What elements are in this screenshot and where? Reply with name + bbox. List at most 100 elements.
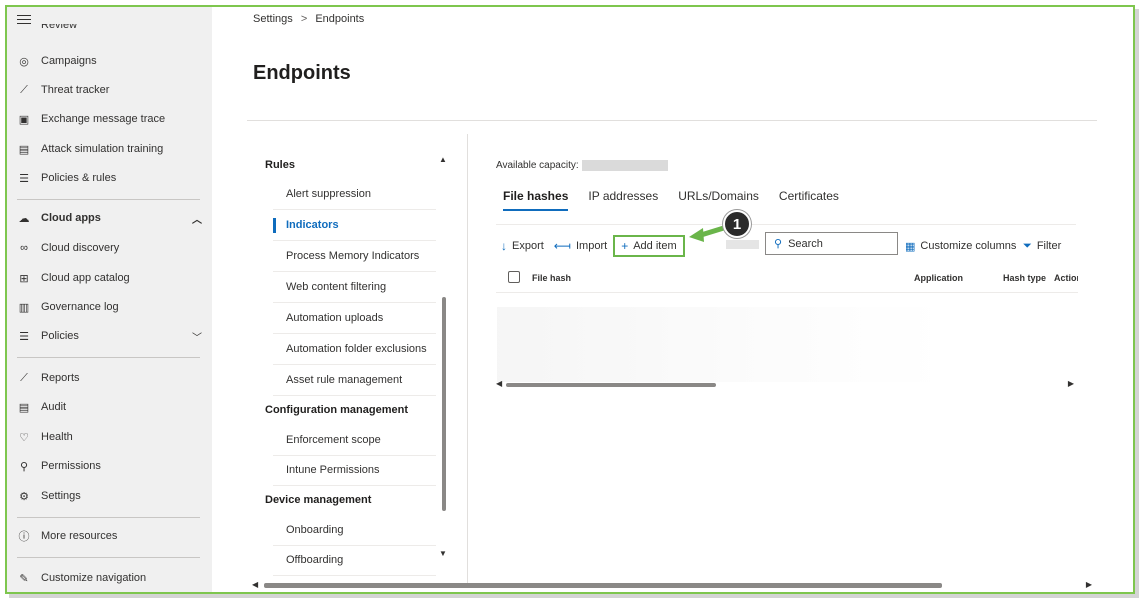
- settings-item-asset-rule-management[interactable]: Asset rule management: [273, 365, 436, 396]
- settings-item-onboarding[interactable]: Onboarding: [273, 515, 436, 546]
- sidebar-divider: [17, 517, 200, 518]
- key-icon: ⚲: [19, 460, 29, 473]
- sidebar-item-label: More resources: [41, 530, 118, 542]
- chevron-up-icon[interactable]: ︿: [192, 211, 202, 226]
- select-all-checkbox[interactable]: [508, 271, 520, 283]
- filter-button[interactable]: ⏷ Filter: [1023, 235, 1061, 257]
- hamburger-menu-icon[interactable]: [17, 15, 31, 25]
- target-icon: ◎: [19, 55, 29, 68]
- available-capacity: Available capacity:: [496, 160, 668, 171]
- chevron-down-icon[interactable]: ﹀: [192, 329, 202, 344]
- sidebar-item-threat-tracker[interactable]: ⟋ Threat tracker: [17, 79, 202, 101]
- column-header-file-hash[interactable]: File hash: [532, 273, 571, 283]
- sidebar-item-health[interactable]: ♡ Health: [17, 426, 202, 448]
- heart-icon: ♡: [19, 431, 29, 444]
- scroll-up-arrow-icon[interactable]: ▲: [439, 155, 447, 164]
- sidebar-item-label: Cloud app catalog: [41, 272, 130, 284]
- column-header-hash-type[interactable]: Hash type: [1003, 273, 1046, 283]
- sliders-icon: ☰: [19, 172, 29, 185]
- header-divider: [247, 120, 1097, 121]
- group-configuration-management: Configuration management: [265, 404, 409, 416]
- settings-item-intune-permissions[interactable]: Intune Permissions: [273, 455, 436, 486]
- sidebar-item-label: Audit: [41, 401, 67, 413]
- settings-item-automation-uploads[interactable]: Automation uploads: [273, 303, 436, 334]
- sidebar-item-cut[interactable]: Review: [41, 24, 81, 30]
- export-button[interactable]: ↓ Export: [501, 235, 544, 257]
- sidebar-item-audit[interactable]: ▤ Audit: [17, 396, 202, 418]
- sidebar-item-attack-simulation-training[interactable]: ▤ Attack simulation training: [17, 138, 202, 160]
- tab-ip-addresses[interactable]: IP addresses: [588, 189, 658, 211]
- scrollbar-thumb[interactable]: [264, 583, 942, 588]
- column-header-application[interactable]: Application: [914, 273, 963, 283]
- breadcrumb-root[interactable]: Settings: [253, 13, 293, 25]
- sidebar-item-reports[interactable]: ⟋ Reports: [17, 367, 202, 389]
- settings-item-alert-suppression[interactable]: Alert suppression: [273, 179, 436, 210]
- filter-label: Filter: [1036, 240, 1062, 252]
- settings-item-process-memory-indicators[interactable]: Process Memory Indicators: [273, 241, 436, 272]
- gear-icon: ⚙: [19, 490, 29, 503]
- scroll-down-arrow-icon[interactable]: ▼: [439, 549, 447, 558]
- sidebar-item-exchange-message-trace[interactable]: ▣ Exchange message trace: [17, 108, 202, 130]
- tab-urls-domains[interactable]: URLs/Domains: [678, 189, 759, 211]
- sidebar-item-label: Attack simulation training: [41, 143, 164, 155]
- sidebar-item-label: Health: [41, 431, 73, 443]
- tab-certificates[interactable]: Certificates: [779, 189, 839, 211]
- exchange-icon: ▣: [18, 113, 30, 126]
- scroll-left-arrow-icon[interactable]: ◀: [496, 379, 502, 388]
- sidebar-item-policies[interactable]: ☰ Policies ﹀: [17, 325, 202, 347]
- download-icon: ↓: [501, 239, 507, 253]
- sidebar-item-cloud-app-catalog[interactable]: ⊞ Cloud app catalog: [17, 267, 202, 289]
- settings-item-indicators[interactable]: Indicators: [273, 210, 436, 241]
- page-horizontal-scrollbar[interactable]: ◀ ▶: [252, 580, 1092, 589]
- sidebar-item-permissions[interactable]: ⚲ Permissions: [17, 455, 202, 477]
- capacity-label: Available capacity:: [496, 160, 579, 171]
- sidebar-item-policies-rules[interactable]: ☰ Policies & rules: [17, 167, 202, 189]
- sidebar-item-label: Permissions: [41, 460, 101, 472]
- sidebar-item-campaigns[interactable]: ◎ Campaigns: [17, 50, 202, 72]
- sidebar-item-customize-navigation[interactable]: ✎ Customize navigation: [17, 567, 202, 589]
- info-icon: ⓘ: [18, 531, 30, 543]
- search-placeholder: Search: [788, 237, 823, 250]
- pencil-icon: ✎: [19, 572, 29, 585]
- sidebar-item-cloud-discovery[interactable]: ∞ Cloud discovery: [17, 237, 202, 259]
- step-callout-badge: 1: [723, 210, 751, 238]
- search-input[interactable]: ⚲ Search: [765, 232, 898, 255]
- settings-item-web-content-filtering[interactable]: Web content filtering: [273, 272, 436, 303]
- sidebar-item-more-resources[interactable]: ⓘ More resources: [17, 525, 202, 547]
- scroll-right-arrow-icon[interactable]: ▶: [1086, 580, 1092, 589]
- settings-item-enforcement-scope[interactable]: Enforcement scope: [273, 425, 436, 456]
- import-button[interactable]: ⟻ Import: [554, 235, 607, 257]
- sidebar-item-label: Campaigns: [41, 55, 97, 67]
- tab-file-hashes[interactable]: File hashes: [503, 189, 569, 211]
- training-icon: ▤: [18, 143, 30, 156]
- sidebar-item-governance-log[interactable]: ▥ Governance log: [17, 296, 202, 318]
- customize-columns-label: Customize columns: [920, 240, 1017, 252]
- scrollbar-thumb[interactable]: [506, 383, 716, 387]
- redacted-table-rows: [497, 307, 947, 382]
- scroll-left-arrow-icon[interactable]: ◀: [252, 580, 258, 589]
- sidebar-divider: [17, 557, 200, 558]
- scroll-right-arrow-icon[interactable]: ▶: [1068, 379, 1074, 388]
- table-horizontal-scrollbar[interactable]: ◀ ▶: [496, 379, 1074, 389]
- breadcrumb: Settings > Endpoints: [253, 13, 364, 25]
- sliders-icon: ☰: [19, 330, 29, 343]
- indicator-tabs: File hashes IP addresses URLs/Domains Ce…: [503, 189, 839, 211]
- settings-list-scrollbar[interactable]: [442, 297, 446, 511]
- import-label: Import: [576, 240, 608, 252]
- settings-item-automation-folder-exclusions[interactable]: Automation folder exclusions: [273, 334, 436, 365]
- add-item-button[interactable]: + Add item: [613, 235, 685, 257]
- sidebar-item-cloud-apps[interactable]: ☁ Cloud apps ︿: [17, 207, 203, 229]
- export-label: Export: [512, 240, 544, 252]
- sidebar-item-label: Policies: [41, 330, 79, 342]
- app-window: Review ◎ Campaigns ⟋ Threat tracker ▣ Ex…: [5, 5, 1135, 594]
- settings-item-offboarding[interactable]: Offboarding: [273, 545, 436, 576]
- sidebar-item-label: Governance log: [41, 301, 119, 313]
- plus-icon: +: [621, 239, 629, 253]
- add-item-label: Add item: [633, 240, 677, 252]
- customize-columns-button[interactable]: ▦ Customize columns: [905, 235, 1016, 257]
- search-icon: ⚲: [774, 238, 783, 250]
- breadcrumb-separator: >: [300, 13, 308, 25]
- sidebar-item-settings[interactable]: ⚙ Settings: [17, 485, 202, 507]
- column-header-action[interactable]: Action: [1054, 273, 1078, 283]
- chart-icon: ⟋: [20, 371, 28, 384]
